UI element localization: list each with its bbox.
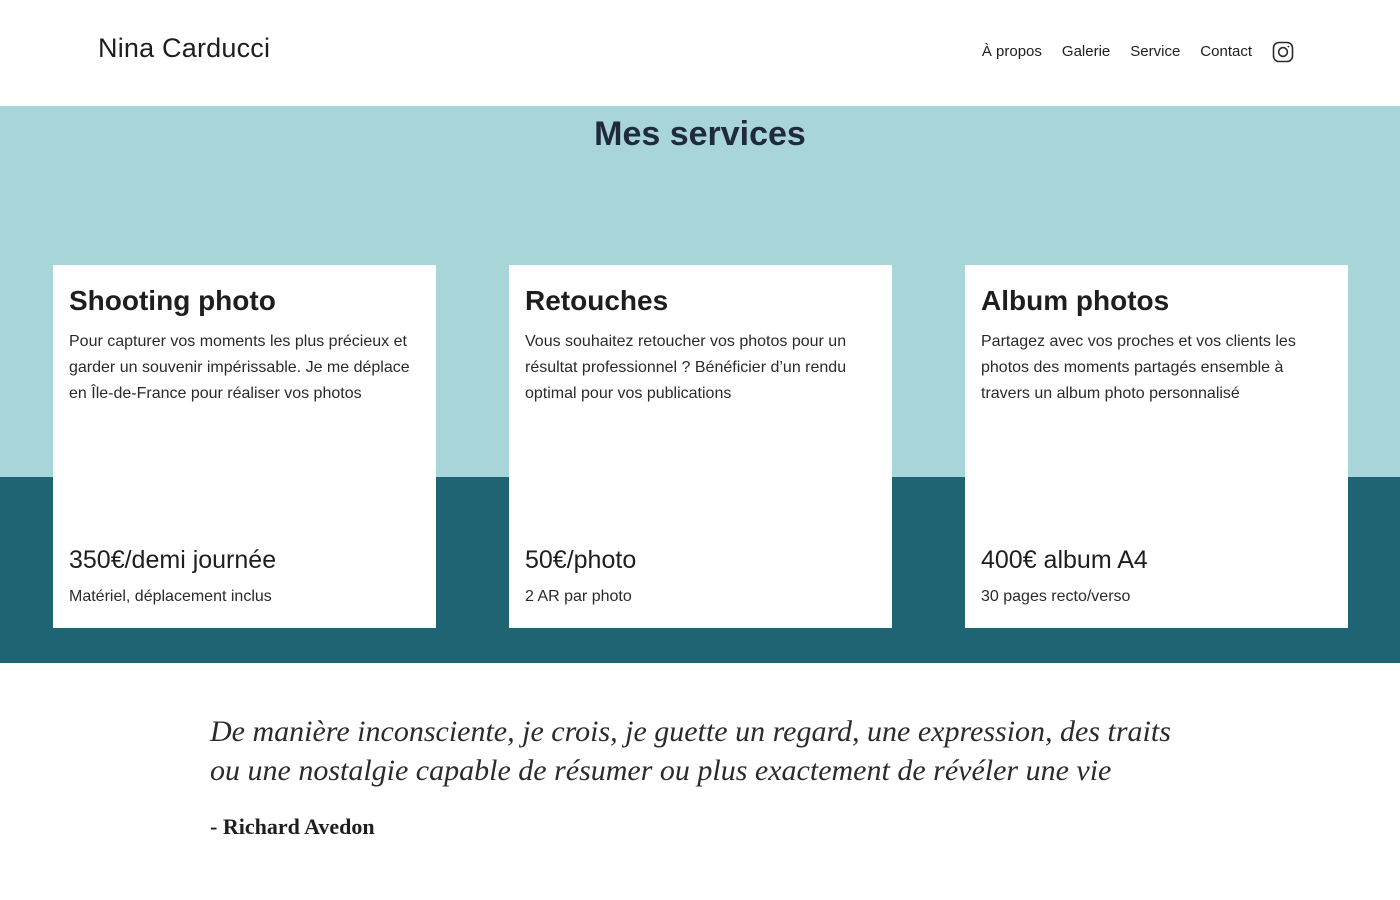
site-header: Nina Carducci À propos Galerie Service C…: [0, 0, 1400, 106]
nav-link-about[interactable]: À propos: [982, 40, 1042, 64]
nav-link-contact[interactable]: Contact: [1200, 40, 1252, 64]
service-card-description: Vous souhaitez retoucher vos photos pour…: [525, 333, 847, 402]
service-card-price: 400€ album A4: [981, 546, 1148, 574]
service-card-price: 50€/photo: [525, 546, 637, 574]
service-card-retouches: Retouches Vous souhaitez retoucher vos p…: [509, 265, 892, 628]
service-card-description: Partagez avec vos proches et vos clients…: [981, 333, 1296, 402]
services-section: Mes services Shooting photo Pour capture…: [0, 106, 1400, 664]
quote-text: De manière inconsciente, je crois, je gu…: [210, 715, 1171, 787]
nav-link-gallery[interactable]: Galerie: [1062, 40, 1110, 64]
instagram-icon[interactable]: [1272, 41, 1294, 63]
service-card-title: Shooting photo: [69, 285, 276, 316]
quote-author: - Richard Avedon: [210, 814, 375, 839]
service-card-album: Album photos Partagez avec vos proches e…: [965, 265, 1348, 628]
service-card-shooting: Shooting photo Pour capturer vos moments…: [53, 265, 436, 628]
service-card-title: Retouches: [525, 285, 669, 316]
service-card-title: Album photos: [981, 285, 1170, 316]
service-card-note: 30 pages recto/verso: [981, 588, 1131, 605]
service-card-price: 350€/demi journée: [69, 546, 277, 574]
service-card-note: 2 AR par photo: [525, 588, 632, 605]
service-card-note: Matériel, déplacement inclus: [69, 588, 272, 605]
services-title: Mes services: [594, 115, 806, 153]
nav-link-service[interactable]: Service: [1130, 40, 1180, 64]
brand-name[interactable]: Nina Carducci: [98, 30, 270, 66]
main-nav: À propos Galerie Service Contact: [982, 40, 1294, 64]
quote-section: De manière inconsciente, je crois, je gu…: [0, 664, 1400, 900]
service-card-description: Pour capturer vos moments les plus préci…: [69, 333, 410, 402]
